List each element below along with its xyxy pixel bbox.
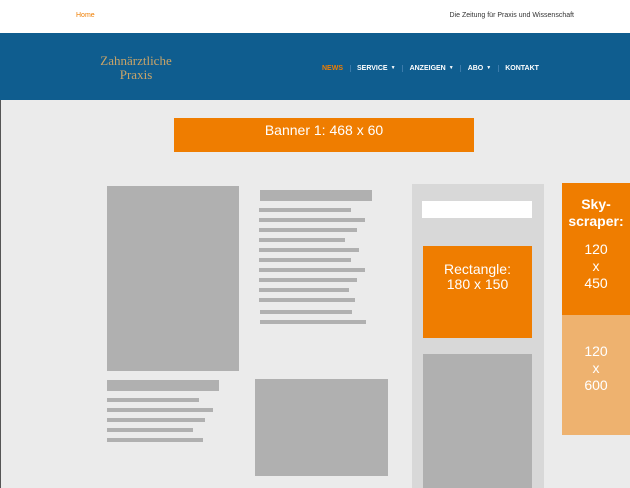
text-line-placeholder xyxy=(107,428,193,432)
text-line-placeholder xyxy=(260,320,366,324)
text-line-placeholder xyxy=(259,238,345,242)
nav-item-label: SERVICE xyxy=(357,64,388,72)
sidebar-image-placeholder[interactable] xyxy=(423,354,532,488)
nav-separator xyxy=(343,64,357,72)
skyscraper-label-2: scraper: xyxy=(568,213,624,229)
nav-item-label: ANZEIGEN xyxy=(409,64,446,72)
skyscraper-ext-x: x xyxy=(592,360,600,376)
rectangle-ad-size: 180 x 150 xyxy=(446,276,509,292)
skyscraper-ad-extension[interactable]: 120 x 600 xyxy=(562,315,630,435)
site-logo[interactable]: Zahnärztliche Praxis xyxy=(76,54,196,82)
text-line-placeholder xyxy=(107,418,205,422)
main-nav: NEWS SERVICE ▼ ANZEIGEN ▼ ABO ▼ KONTAKT xyxy=(322,61,539,75)
text-line-placeholder xyxy=(259,268,365,272)
nav-item-label: ABO xyxy=(467,64,484,72)
nav-item-news[interactable]: NEWS xyxy=(322,65,343,72)
top-bar: Home Die Zeitung für Praxis und Wissensc… xyxy=(0,0,630,33)
text-line-placeholder xyxy=(107,438,203,442)
text-line-placeholder xyxy=(107,398,199,402)
text-line-placeholder xyxy=(260,310,352,314)
left-edge-line xyxy=(0,100,1,488)
text-line-placeholder xyxy=(259,248,359,252)
nav-separator xyxy=(454,64,468,72)
logo-line-1: Zahnärztliche xyxy=(100,53,172,68)
search-input[interactable] xyxy=(422,201,532,218)
nav-item-service[interactable]: SERVICE ▼ xyxy=(357,65,396,72)
text-line-placeholder xyxy=(259,298,355,302)
skyscraper-label-1: Sky- xyxy=(581,196,611,212)
skyscraper-ext-height: 600 xyxy=(584,377,608,393)
text-line-placeholder xyxy=(259,218,365,222)
text-line-placeholder xyxy=(259,228,357,232)
nav-separator xyxy=(396,64,410,72)
nav-item-kontakt[interactable]: KONTAKT xyxy=(505,65,539,72)
text-line-placeholder xyxy=(259,278,357,282)
text-line-placeholder xyxy=(259,258,351,262)
article-image-placeholder[interactable] xyxy=(107,186,239,371)
banner-ad[interactable]: Banner 1: 468 x 60 xyxy=(174,118,474,152)
nav-item-abo[interactable]: ABO ▼ xyxy=(468,65,492,72)
logo-line-2: Praxis xyxy=(119,67,153,82)
skyscraper-ext-width: 120 xyxy=(584,343,608,359)
rectangle-ad[interactable]: Rectangle: 180 x 150 xyxy=(423,246,532,338)
nav-separator xyxy=(491,64,505,72)
home-link[interactable]: Home xyxy=(76,12,95,19)
headline-placeholder xyxy=(260,190,372,201)
nav-item-anzeigen[interactable]: ANZEIGEN ▼ xyxy=(410,65,454,72)
rectangle-ad-label: Rectangle: xyxy=(444,261,511,277)
skyscraper-width: 120 xyxy=(584,241,608,257)
text-line-placeholder xyxy=(259,288,349,292)
headline-placeholder xyxy=(107,380,219,391)
text-line-placeholder xyxy=(107,408,213,412)
skyscraper-x: x xyxy=(592,258,600,274)
text-line-placeholder xyxy=(259,208,351,212)
site-header: Zahnärztliche Praxis NEWS SERVICE ▼ ANZE… xyxy=(0,33,630,100)
tagline: Die Zeitung für Praxis und Wissenschaft xyxy=(449,12,575,19)
article-image-placeholder[interactable] xyxy=(255,379,388,476)
skyscraper-ad[interactable]: Sky- scraper: 120 x 450 xyxy=(562,183,630,315)
skyscraper-height: 450 xyxy=(584,275,608,291)
